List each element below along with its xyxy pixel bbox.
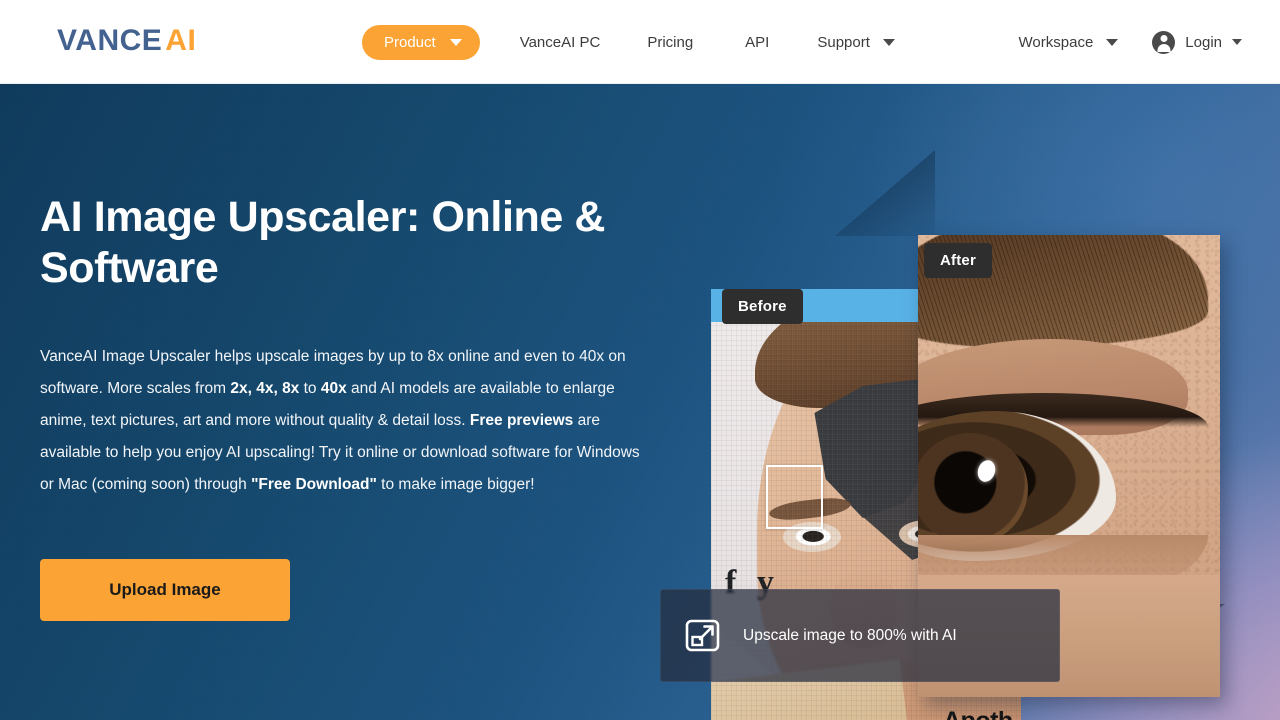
logo-text-ai: AI xyxy=(165,24,197,57)
nav-right-group: Workspace Login xyxy=(1019,0,1242,84)
showcase-caption-bar: Upscale image to 800% with AI xyxy=(660,589,1060,682)
hero-desc-part: to xyxy=(299,380,321,397)
chevron-down-icon xyxy=(1232,39,1242,45)
hero-section: f y Apoth by Before After xyxy=(0,84,1280,720)
nav-item-api[interactable]: API xyxy=(745,34,769,51)
hero-desc-bold: Free previews xyxy=(469,412,574,429)
decorative-wedge xyxy=(835,150,935,236)
hero-description: VanceAI Image Upscaler helps upscale ima… xyxy=(40,341,645,501)
logo-text-vance: VANCE xyxy=(57,24,163,57)
after-label-badge: After xyxy=(924,243,993,278)
nav-item-label: Pricing xyxy=(647,33,694,51)
hero-desc-bold: 2x, 4x, 8x xyxy=(230,380,300,397)
hero-desc-bold: 40x xyxy=(320,380,347,397)
nav-item-vanceai-pc[interactable]: VanceAI PC xyxy=(520,34,601,51)
nav-product-button[interactable]: Product xyxy=(362,24,480,60)
hero-copy-block: AI Image Upscaler: Online & Software Van… xyxy=(40,192,660,621)
nav-item-label: Support xyxy=(817,33,870,51)
before-label-badge: Before xyxy=(722,289,803,324)
nav-item-workspace[interactable]: Workspace xyxy=(1019,34,1119,51)
chevron-down-icon xyxy=(449,38,462,46)
nav-item-label: API xyxy=(745,33,770,51)
zoom-selection-box xyxy=(766,465,823,529)
nav-item-label: VanceAI PC xyxy=(519,33,601,51)
before-photo-text-brand: Apoth xyxy=(943,707,1013,720)
nav-item-login[interactable]: Login xyxy=(1152,30,1242,54)
user-avatar-icon xyxy=(1152,30,1176,54)
nav-item-pricing[interactable]: Pricing xyxy=(647,34,693,51)
hero-desc-part: to make image bigger! xyxy=(376,476,535,493)
chevron-down-icon xyxy=(882,38,895,46)
nav-login-label: Login xyxy=(1185,33,1222,51)
nav-links-group: Product VanceAI PC Pricing API Support xyxy=(362,0,895,84)
nav-item-label: Workspace xyxy=(1018,33,1094,51)
hero-desc-bold: "Free Download" xyxy=(251,476,377,493)
expand-upscale-icon xyxy=(683,616,722,655)
nav-item-support[interactable]: Support xyxy=(817,34,895,51)
nav-product-label: Product xyxy=(384,33,436,51)
showcase-caption-text: Upscale image to 800% with AI xyxy=(743,626,957,644)
site-logo[interactable]: VANCE AI xyxy=(57,24,196,58)
chevron-down-icon xyxy=(1106,38,1119,46)
upload-image-button[interactable]: Upload Image xyxy=(40,559,290,621)
top-navigation-bar: VANCE AI Product VanceAI PC Pricing API S… xyxy=(0,0,1280,84)
page-title: AI Image Upscaler: Online & Software xyxy=(40,193,606,292)
